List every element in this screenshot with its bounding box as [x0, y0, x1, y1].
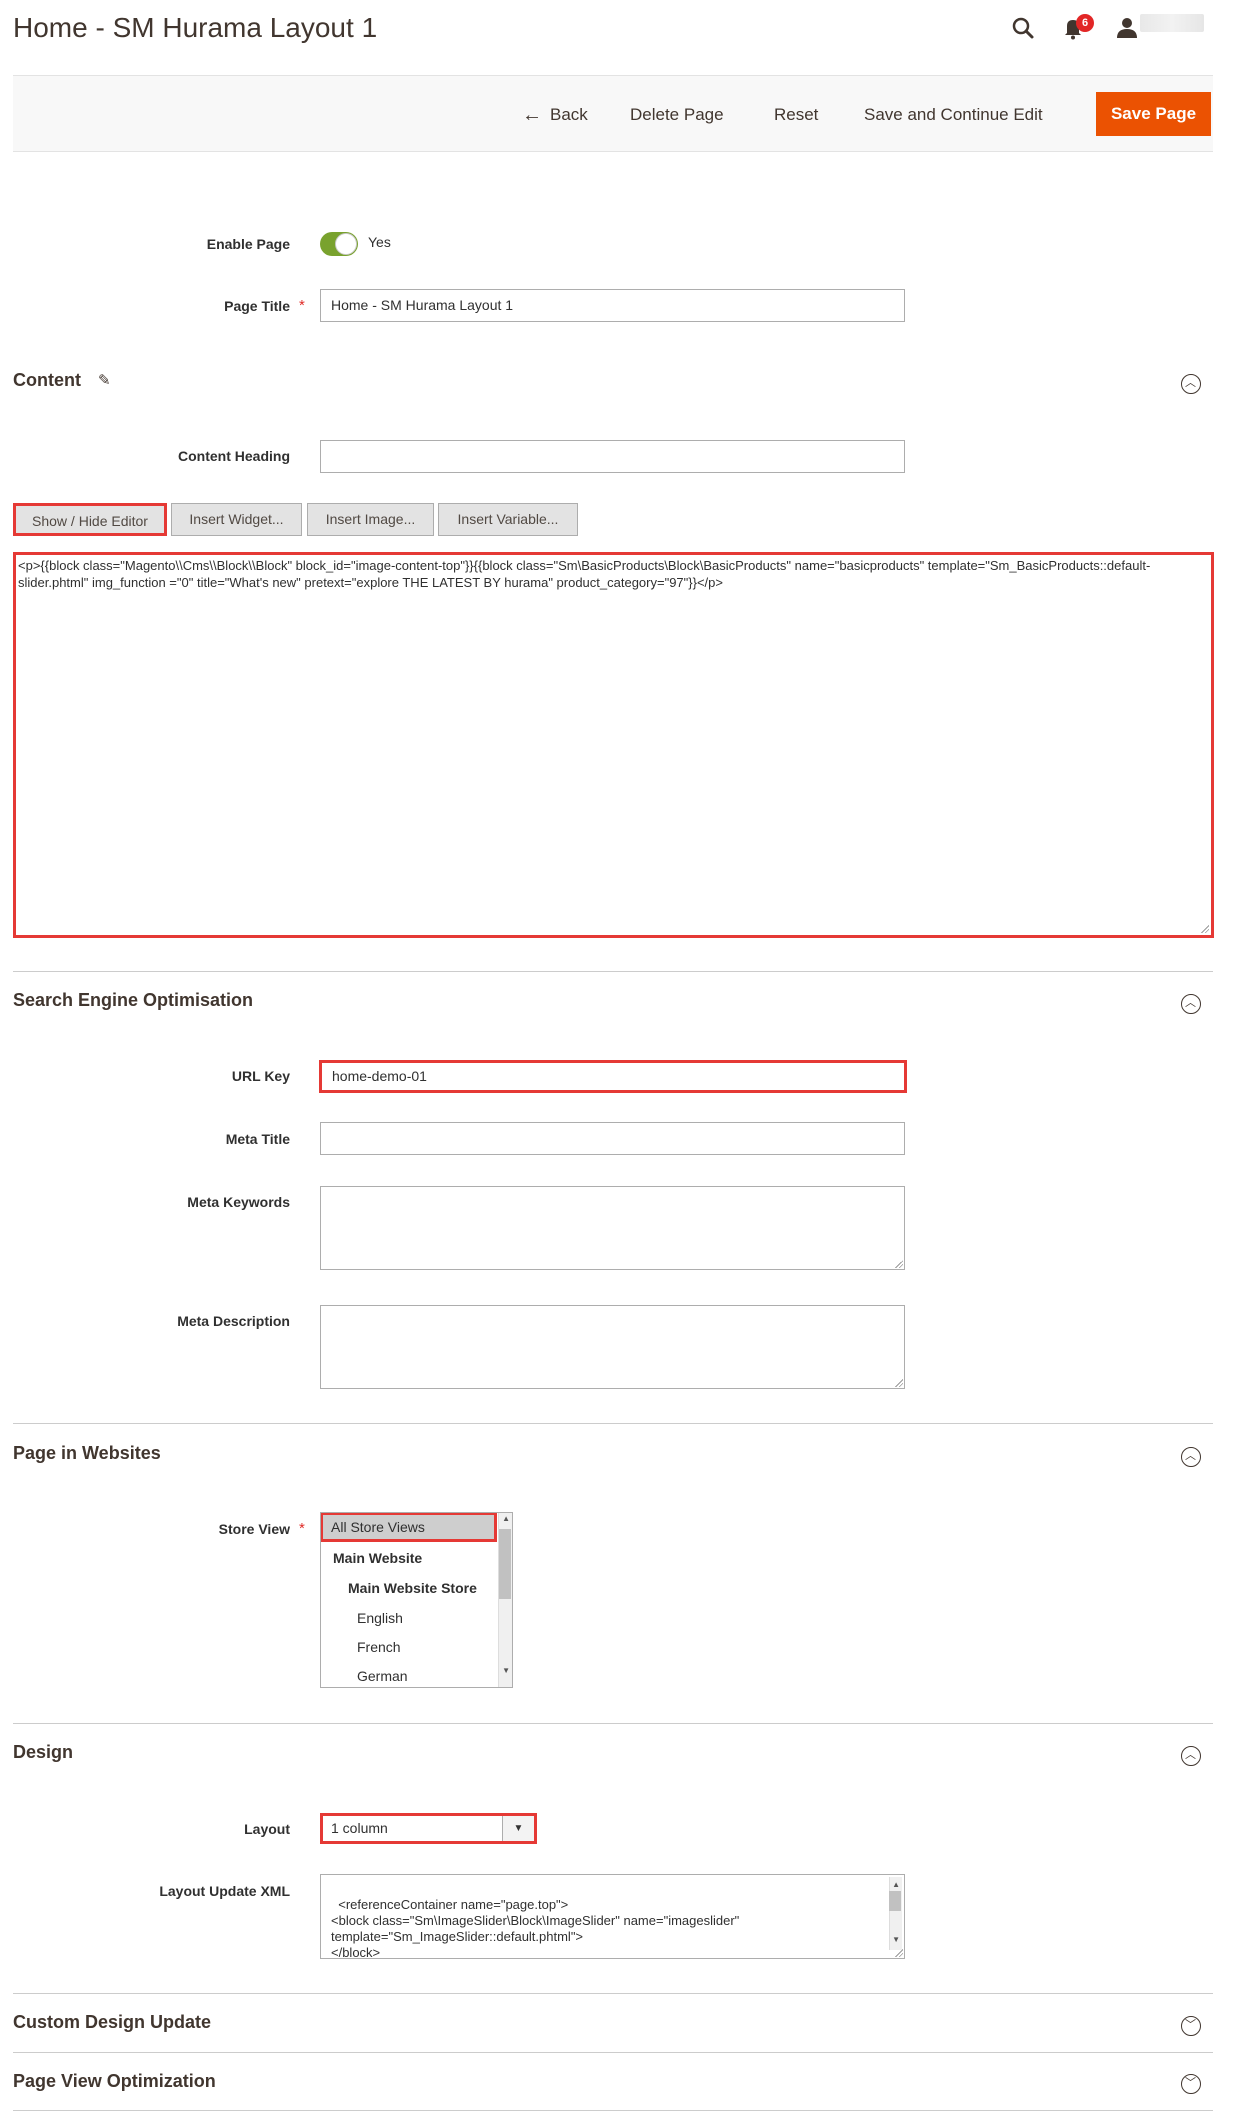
- back-button-label: Back: [550, 105, 588, 124]
- url-key-label: URL Key: [231, 1068, 290, 1084]
- delete-page-button[interactable]: Delete Page: [630, 96, 724, 134]
- layout-xml-textarea[interactable]: <referenceContainer name="page.top"> <bl…: [320, 1874, 905, 1959]
- editor-content: <p>{{block class="Magento\\Cms\\Block\\B…: [18, 558, 1151, 590]
- scroll-thumb[interactable]: [499, 1529, 511, 1599]
- layout-label: Layout: [244, 1821, 290, 1837]
- collapse-content-icon[interactable]: ︿: [1181, 374, 1201, 394]
- enable-page-label: Enable Page: [206, 236, 290, 252]
- store-view-label: Store View: [218, 1521, 290, 1537]
- save-continue-button[interactable]: Save and Continue Edit: [864, 96, 1043, 134]
- back-button[interactable]: ← Back: [518, 96, 588, 134]
- content-heading-input[interactable]: [320, 440, 905, 473]
- layout-select[interactable]: 1 column ▼: [320, 1813, 537, 1844]
- content-editor-textarea[interactable]: <p>{{block class="Magento\\Cms\\Block\\B…: [13, 552, 1214, 938]
- enable-page-value: Yes: [368, 234, 391, 250]
- required-marker: *: [299, 1520, 305, 1537]
- page-title: Home - SM Hurama Layout 1: [13, 12, 378, 43]
- section-divider: [13, 2110, 1213, 2111]
- pencil-icon[interactable]: ✎: [98, 371, 111, 389]
- page-actions-bar: ← Back Delete Page Reset Save and Contin…: [13, 75, 1213, 152]
- store-option-all[interactable]: All Store Views: [321, 1513, 497, 1542]
- scrollbar[interactable]: ▲ ▼: [498, 1513, 512, 1687]
- show-hide-editor-button[interactable]: Show / Hide Editor: [13, 503, 167, 536]
- toggle-knob: [335, 233, 357, 255]
- meta-keywords-label: Meta Keywords: [187, 1194, 290, 1210]
- scroll-up-icon[interactable]: ▲: [502, 1514, 510, 1523]
- meta-keywords-textarea[interactable]: [320, 1186, 905, 1270]
- collapse-websites-icon[interactable]: ︿: [1181, 1447, 1201, 1467]
- insert-widget-button[interactable]: Insert Widget...: [171, 503, 302, 536]
- section-divider: [13, 1723, 1213, 1724]
- custom-design-section-title[interactable]: Custom Design Update: [13, 2012, 211, 2033]
- page-title-label: Page Title: [224, 298, 290, 314]
- section-divider: [13, 1993, 1213, 1994]
- content-section-title[interactable]: Content: [13, 370, 81, 391]
- store-option-german[interactable]: German: [321, 1661, 496, 1687]
- insert-variable-button[interactable]: Insert Variable...: [438, 503, 578, 536]
- store-option-main-store[interactable]: Main Website Store: [321, 1573, 496, 1603]
- page-view-section-title[interactable]: Page View Optimization: [13, 2071, 216, 2092]
- expand-custom-design-icon[interactable]: ﹀: [1181, 2016, 1201, 2036]
- notification-badge: 6: [1076, 14, 1094, 32]
- store-option-french[interactable]: French: [321, 1632, 496, 1662]
- search-icon[interactable]: [1009, 14, 1037, 42]
- required-marker: *: [299, 297, 305, 314]
- expand-page-view-icon[interactable]: ﹀: [1181, 2074, 1201, 2094]
- page-title-input[interactable]: Home - SM Hurama Layout 1: [320, 289, 905, 322]
- collapse-seo-icon[interactable]: ︿: [1181, 994, 1201, 1014]
- store-view-multiselect[interactable]: All Store Views Main Website Main Websit…: [320, 1512, 513, 1688]
- layout-selected-value: 1 column: [331, 1820, 388, 1836]
- section-divider: [13, 2052, 1213, 2053]
- meta-description-label: Meta Description: [177, 1313, 290, 1329]
- meta-title-input[interactable]: [320, 1122, 905, 1155]
- store-option-english[interactable]: English: [321, 1603, 496, 1633]
- layout-xml-label: Layout Update XML: [159, 1883, 290, 1899]
- section-divider: [13, 1423, 1213, 1424]
- arrow-left-icon: ←: [522, 104, 542, 126]
- scroll-thumb[interactable]: [889, 1891, 901, 1911]
- user-icon[interactable]: [1113, 14, 1141, 42]
- meta-description-textarea[interactable]: [320, 1305, 905, 1389]
- websites-section-title[interactable]: Page in Websites: [13, 1443, 161, 1464]
- user-name[interactable]: [1140, 14, 1204, 32]
- url-key-input[interactable]: home-demo-01: [319, 1060, 907, 1093]
- resize-handle[interactable]: [895, 1949, 903, 1957]
- meta-title-label: Meta Title: [225, 1131, 290, 1147]
- reset-button[interactable]: Reset: [774, 96, 818, 134]
- section-divider: [13, 971, 1213, 972]
- enable-page-toggle[interactable]: [320, 232, 358, 256]
- save-page-button[interactable]: Save Page: [1096, 92, 1211, 136]
- scrollbar[interactable]: ▲ ▼: [889, 1877, 902, 1950]
- content-heading-label: Content Heading: [178, 448, 290, 464]
- scroll-down-icon[interactable]: ▼: [502, 1666, 510, 1675]
- resize-handle[interactable]: [895, 1260, 903, 1268]
- collapse-design-icon[interactable]: ︿: [1181, 1746, 1201, 1766]
- chevron-down-icon[interactable]: ▼: [502, 1816, 534, 1841]
- insert-image-button[interactable]: Insert Image...: [307, 503, 434, 536]
- scroll-down-icon[interactable]: ▼: [892, 1932, 900, 1948]
- design-section-title[interactable]: Design: [13, 1742, 73, 1763]
- seo-section-title[interactable]: Search Engine Optimisation: [13, 990, 253, 1011]
- store-option-main-website[interactable]: Main Website: [321, 1543, 496, 1573]
- resize-handle[interactable]: [895, 1379, 903, 1387]
- layout-xml-content: <referenceContainer name="page.top"> <bl…: [331, 1897, 740, 1959]
- resize-handle[interactable]: [1201, 925, 1209, 933]
